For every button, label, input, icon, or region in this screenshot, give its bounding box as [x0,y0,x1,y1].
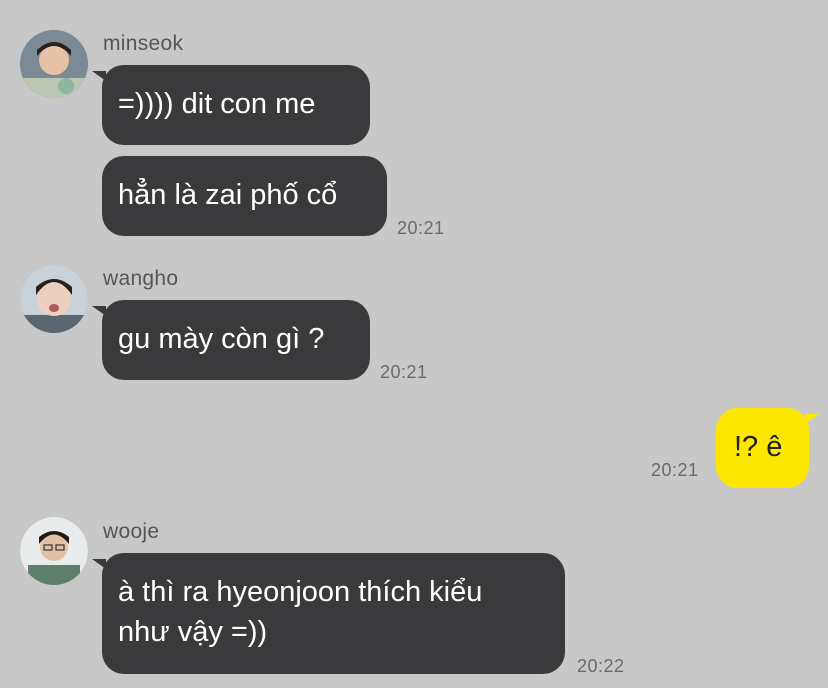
sender-name: minseok [103,32,184,55]
user-avatar-icon [20,517,88,585]
message-bubble[interactable]: gu mày còn gì ? [92,300,370,380]
sender-name: wooje [103,520,160,543]
user-avatar-icon [20,30,88,98]
avatar-wooje[interactable] [20,517,88,585]
avatar-minseok[interactable] [20,30,88,98]
message-bubble[interactable]: à thì ra hyeonjoon thích kiểu như vậy =)… [92,553,565,674]
message-timestamp: 20:21 [651,460,699,480]
avatar-wangho[interactable] [20,265,88,333]
message-bubble[interactable]: hẳn là zai phố cổ [102,156,387,236]
user-avatar-icon [20,265,88,333]
sender-name: wangho [103,267,179,290]
message-bubble-outgoing[interactable]: !? ê [716,408,819,488]
message-bubble[interactable]: =)))) dit con me [92,65,370,145]
message-timestamp: 20:21 [397,218,445,238]
message-timestamp: 20:21 [380,362,428,382]
message-timestamp: 20:22 [577,656,625,676]
